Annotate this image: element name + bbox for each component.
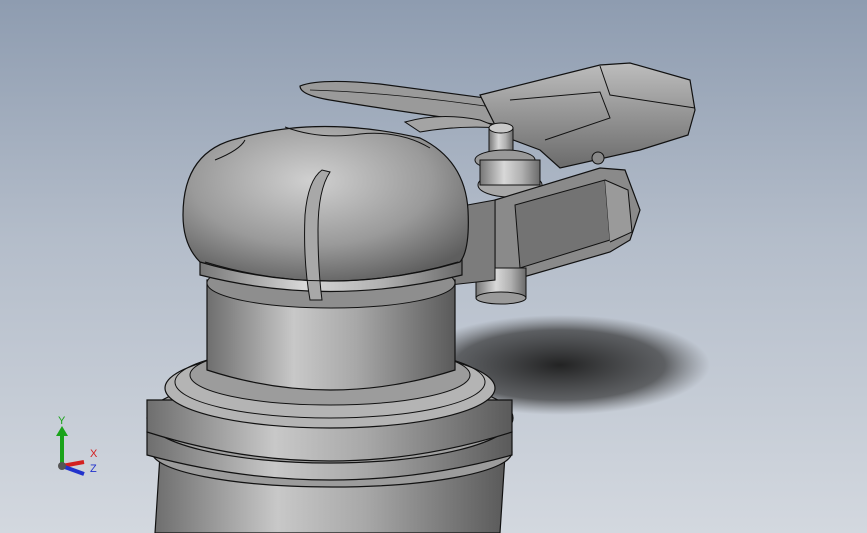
dome-cap[interactable] bbox=[182, 125, 469, 282]
z-axis-label: Z bbox=[90, 463, 97, 475]
sander-model[interactable] bbox=[0, 0, 867, 533]
view-orientation-triad[interactable]: Y X Z bbox=[50, 412, 104, 482]
handle-pin bbox=[591, 151, 605, 165]
y-axis-label: Y bbox=[58, 415, 66, 427]
x-axis-label: X bbox=[90, 448, 98, 460]
graphics-viewport[interactable]: Y X Z bbox=[0, 0, 867, 533]
